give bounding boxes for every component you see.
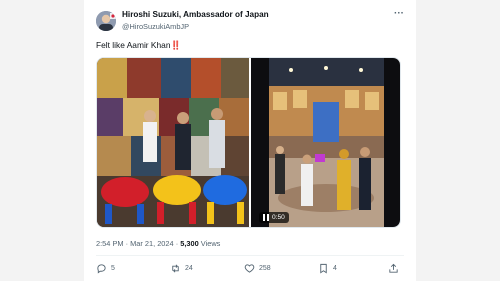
share-button[interactable] [388, 263, 399, 274]
avatar-image [96, 11, 116, 31]
like-icon [244, 264, 255, 273]
reply-count: 5 [111, 265, 115, 272]
tweet-meta: 2:54 PM · Mar 21, 2024 · 5,300 Views [96, 239, 220, 248]
poster-wall-photo [97, 58, 249, 227]
avatar[interactable] [96, 11, 116, 31]
share-icon [389, 263, 398, 273]
divider [96, 255, 404, 256]
tweet-text: Felt like Aamir Khan‼️ [96, 40, 181, 51]
video-duration: 0:50 [272, 214, 285, 221]
author-name[interactable]: Hiroshi Suzuki, Ambassador of Japan [122, 10, 269, 19]
reply-button[interactable]: 5 [96, 263, 115, 274]
views-count: 5,300 [180, 239, 199, 248]
timestamp[interactable]: 2:54 PM · Mar 21, 2024 [96, 239, 174, 248]
double-exclamation-emoji: ‼️ [170, 40, 181, 50]
bookmark-count: 4 [333, 265, 337, 272]
views-label-text: Views [200, 239, 221, 248]
bookmark-icon [320, 263, 327, 274]
tweet-text-body: Felt like Aamir Khan [96, 40, 171, 50]
retweet-button[interactable]: 24 [170, 263, 193, 274]
video-duration-badge[interactable]: 0:50 [259, 212, 289, 223]
retweet-icon [172, 264, 179, 273]
author-handle[interactable]: @HiroSuzukiAmbJP [122, 22, 189, 31]
retweet-count: 24 [185, 265, 193, 272]
video-player[interactable]: 0:50 [251, 58, 400, 227]
pause-icon [263, 214, 269, 221]
reply-icon [97, 264, 106, 274]
like-count: 258 [259, 265, 271, 272]
more-icon[interactable]: ··· [394, 8, 404, 19]
stage-video-frame [251, 58, 400, 227]
like-button[interactable]: 258 [244, 263, 271, 274]
media-grid[interactable]: 0:50 [96, 57, 401, 228]
tweet-actions: 5 24 258 4 [96, 263, 404, 277]
tweet-card: Hiroshi Suzuki, Ambassador of Japan @Hir… [84, 0, 416, 281]
photo-left[interactable] [97, 58, 249, 227]
bookmark-button[interactable]: 4 [318, 263, 337, 274]
